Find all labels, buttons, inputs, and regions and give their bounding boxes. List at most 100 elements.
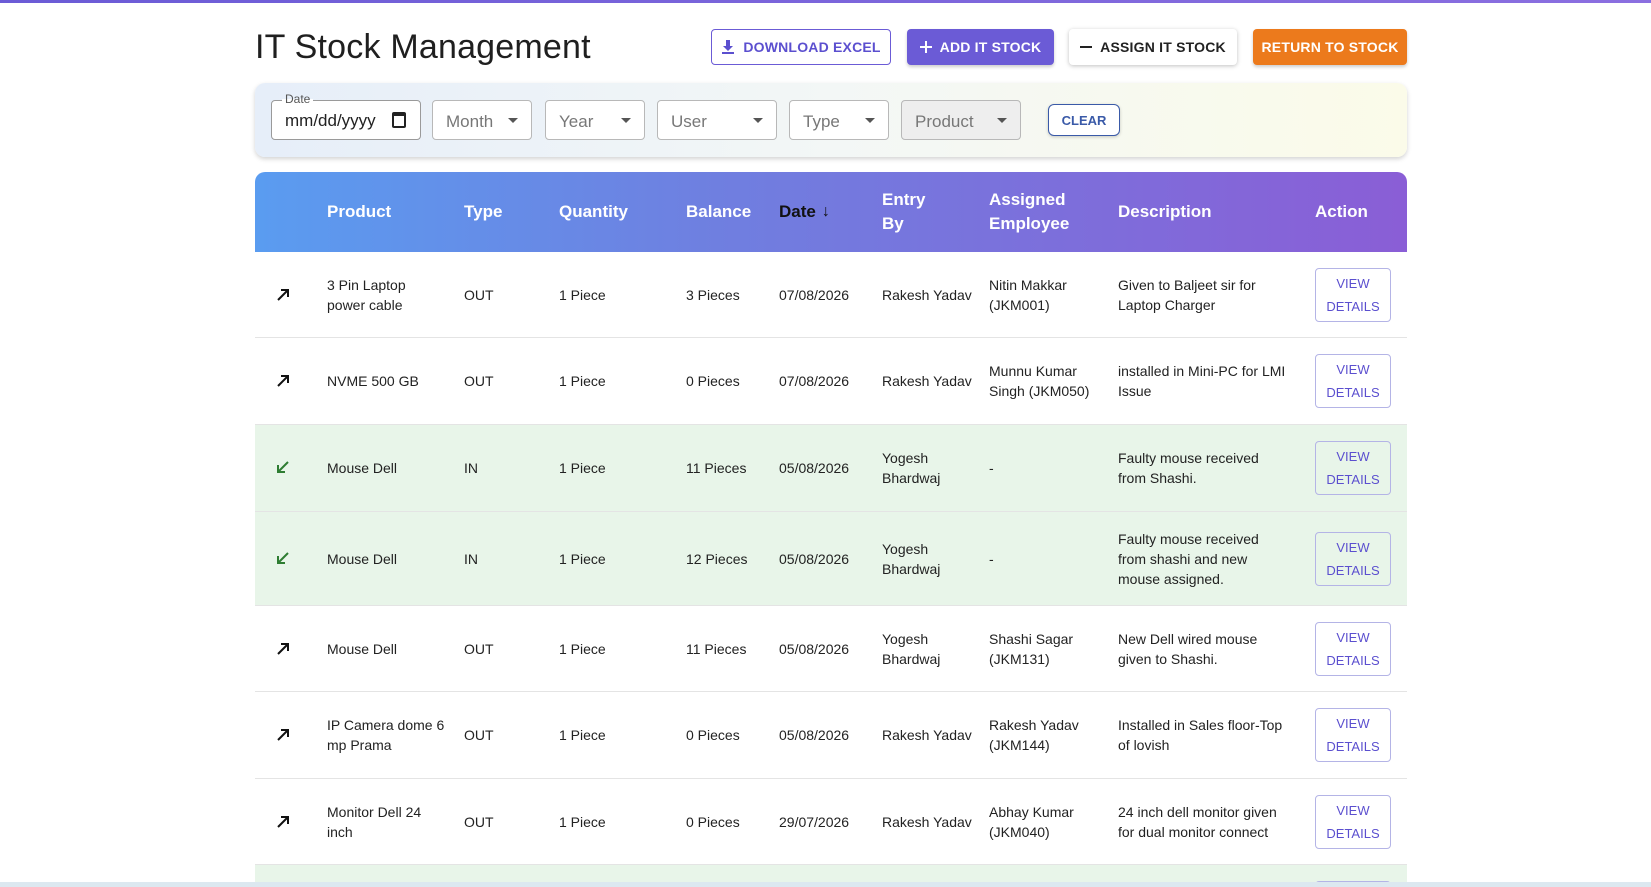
column-header-assigned-employee[interactable]: Assigned Employee — [989, 172, 1089, 252]
cell-balance: 0 Pieces — [686, 373, 740, 389]
arrow-up-right-icon — [277, 729, 289, 741]
cell-description: New Dell wired mouse given to Shashi. — [1118, 630, 1258, 667]
cell-product: IP Camera dome 6 mp Prama — [327, 717, 445, 753]
table-row: Mouse Dell IN 1 Piece 12 Pieces 05/08/2026 Yo… — [255, 512, 1407, 606]
arrow-down-left-icon — [277, 551, 289, 564]
cell-date: 07/08/2026 — [779, 286, 850, 303]
date-filter-value: mm/dd/yyyy — [285, 111, 376, 130]
cell-balance: 12 Pieces — [686, 550, 748, 567]
cell-date: 05/08/2026 — [779, 640, 850, 657]
view-details-label-line2: Details — [1326, 298, 1380, 314]
cell-type: OUT — [464, 727, 494, 743]
download-excel-button[interactable]: Download Excel — [711, 29, 891, 65]
return-to-stock-label: Return to Stock — [1261, 39, 1399, 55]
download-excel-label: Download Excel — [743, 39, 881, 55]
view-details-label-line1: View — [1336, 802, 1370, 818]
column-header-type[interactable]: Type — [464, 172, 502, 252]
view-details-label-line1: View — [1336, 539, 1370, 555]
view-details-button[interactable]: View Details — [1315, 267, 1391, 322]
column-header-entry-by[interactable]: Entry By — [882, 172, 942, 252]
cell-description: Faulty mouse received from shashi and ne… — [1118, 530, 1259, 587]
assign-it-stock-button[interactable]: Assign IT Stock — [1069, 29, 1237, 65]
cell-quantity: 1 Piece — [559, 373, 606, 389]
cell-entry-by: Rakesh Yadav — [882, 286, 972, 303]
cell-quantity: 1 Piece — [559, 813, 606, 830]
cell-type: OUT — [464, 813, 494, 830]
cell-product: 3 Pin Laptop power cable — [327, 276, 406, 313]
column-header-date[interactable]: Date ↓ — [779, 172, 830, 252]
month-select[interactable]: Month — [432, 100, 532, 140]
view-details-label-line1: View — [1336, 275, 1370, 291]
assign-it-stock-label: Assign IT Stock — [1100, 39, 1226, 55]
view-details-label-line2: Details — [1326, 825, 1380, 841]
cell-type: IN — [464, 550, 478, 567]
cell-product: Mouse Dell — [327, 640, 398, 657]
cell-description: 24 inch dell monitor given for dual moni… — [1118, 803, 1277, 840]
page-container: IT Stock Management Download Excel Add I… — [255, 0, 1407, 887]
caret-down-icon — [753, 118, 763, 123]
view-details-button[interactable]: View Details — [1315, 794, 1391, 849]
add-it-stock-button[interactable]: Add IT Stock — [907, 29, 1054, 65]
cell-product: NVME 500 GB — [327, 373, 419, 389]
column-header-description[interactable]: Description — [1118, 172, 1212, 252]
clear-filters-button[interactable]: Clear — [1048, 104, 1120, 136]
view-details-label-line2: Details — [1326, 739, 1380, 754]
column-header-product[interactable]: Product — [327, 172, 391, 252]
user-select[interactable]: User — [657, 100, 777, 140]
view-details-button[interactable]: View Details — [1315, 708, 1391, 762]
table-row: NVME 500 GB OUT 1 Piece 0 Pieces 07/08/2026 R… — [255, 338, 1407, 425]
column-header-balance[interactable]: Balance — [686, 172, 751, 252]
view-details-button[interactable]: View Details — [1315, 354, 1391, 408]
product-select-label: Product — [915, 112, 974, 131]
cell-product: Mouse Dell — [327, 460, 398, 476]
view-details-button[interactable]: View Details — [1315, 621, 1391, 676]
cell-product: Mouse Dell — [327, 550, 398, 567]
cell-description: Faulty mouse received from Shashi. — [1118, 450, 1259, 486]
cell-assigned: Rakesh Yadav (JKM144) — [989, 717, 1079, 753]
calendar-icon[interactable] — [392, 112, 406, 128]
cell-description: Installed in Sales floor-Top of lovish — [1118, 717, 1283, 753]
cell-entry-by: Rakesh Yadav — [882, 813, 972, 830]
column-header-quantity[interactable]: Quantity — [559, 172, 628, 252]
table-body: 3 Pin Laptop power cable OUT 1 Piece 3 Piec… — [255, 252, 1407, 887]
product-select[interactable]: Product — [901, 100, 1021, 140]
type-select[interactable]: Type — [789, 100, 889, 140]
view-details-label-line1: View — [1336, 362, 1370, 377]
cell-entry-by: Rakesh Yadav — [882, 727, 972, 743]
table-row: Mouse Dell IN 1 Piece 11 Pieces 05/08/2026 Yo… — [255, 425, 1407, 512]
plus-icon — [919, 41, 932, 53]
column-header-action: Action — [1315, 202, 1368, 221]
return-to-stock-button[interactable]: Return to Stock — [1253, 29, 1407, 65]
cell-quantity: 1 Piece — [559, 460, 606, 476]
sort-descending-icon: ↓ — [821, 203, 830, 220]
date-filter-input[interactable]: Date mm/dd/yyyy — [271, 92, 421, 140]
cell-balance: 3 Pieces — [686, 286, 740, 303]
cell-date: 05/08/2026 — [779, 727, 850, 743]
cell-assigned: Nitin Makkar (JKM001) — [989, 276, 1067, 313]
table-row: 3 Pin Laptop power cable OUT 1 Piece 3 Piec… — [255, 252, 1407, 338]
caret-down-icon — [621, 118, 631, 123]
year-select[interactable]: Year — [545, 100, 645, 140]
arrow-up-right-icon — [277, 815, 289, 828]
view-details-button[interactable]: View Details — [1315, 441, 1391, 495]
view-details-label-line2: Details — [1326, 652, 1380, 668]
cell-type: OUT — [464, 286, 494, 303]
cell-date: 29/07/2026 — [779, 813, 850, 830]
cell-balance: 0 Pieces — [686, 813, 740, 830]
caret-down-icon — [865, 118, 875, 123]
cell-description: installed in Mini-PC for LMI Issue — [1118, 363, 1286, 399]
cell-description: Given to Baljeet sir for Laptop Charger — [1118, 276, 1256, 313]
user-select-label: User — [671, 112, 707, 131]
arrow-down-left-icon — [277, 461, 289, 473]
view-details-label-line1: View — [1336, 629, 1370, 645]
table-row: Monitor Dell 24 inch OUT 1 Piece 0 Pieces 29… — [255, 779, 1407, 865]
cell-assigned: - — [989, 460, 994, 476]
view-details-button[interactable]: View Details — [1315, 531, 1391, 586]
minus-icon — [1080, 46, 1093, 48]
arrow-up-right-icon — [277, 375, 289, 387]
table-row: IP Camera dome 6 mp Prama OUT 1 Piece 0 Pie… — [255, 692, 1407, 779]
cell-assigned: Abhay Kumar (JKM040) — [989, 803, 1074, 840]
month-select-label: Month — [446, 112, 494, 131]
cell-quantity: 1 Piece — [559, 727, 606, 743]
cell-balance: 0 Pieces — [686, 727, 740, 743]
